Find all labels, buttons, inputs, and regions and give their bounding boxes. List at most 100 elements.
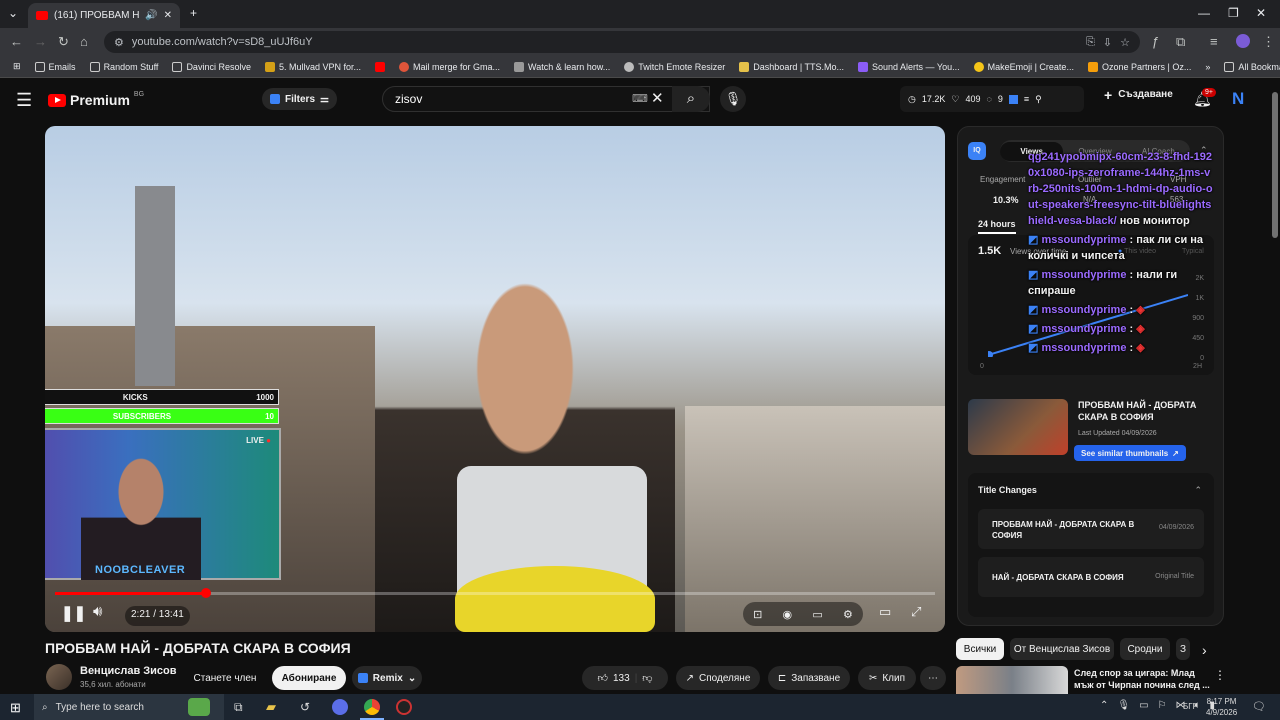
join-button[interactable]: Станете член [184, 666, 266, 690]
home-icon[interactable]: ⌂ [80, 34, 88, 49]
recommended-menu-icon[interactable]: ⋮ [1214, 668, 1226, 682]
page-scrollbar[interactable] [1272, 92, 1278, 238]
task-view-icon[interactable]: ⧉ [234, 700, 243, 715]
tray-chevron-icon[interactable]: ⌃ [1100, 700, 1108, 711]
share-button[interactable]: ↗ Споделяне [676, 666, 760, 690]
apps-icon[interactable]: ⊞ [8, 61, 26, 72]
thumbs-down-icon[interactable]: 👎︎ [642, 672, 652, 684]
chip-all[interactable]: Всички [956, 638, 1004, 660]
close-window-button[interactable]: ✕ [1256, 6, 1266, 20]
vidiq-player-icon[interactable]: ⊡ [753, 608, 762, 621]
watch-icon [514, 61, 525, 72]
list-icon[interactable]: ≡ [1024, 94, 1029, 104]
account-avatar[interactable]: N [1232, 89, 1244, 109]
reload-icon[interactable]: ↻ [58, 34, 69, 50]
back-icon[interactable]: ← [10, 34, 23, 49]
audio-icon[interactable]: 🔊 [145, 10, 157, 21]
theater-mode-icon[interactable]: ▭ [879, 604, 891, 620]
extension-icon[interactable]: ƒ [1152, 34, 1159, 49]
app-icon[interactable]: ↺ [300, 700, 310, 714]
recommended-title[interactable]: След спор за цигара: Млад мъж от Чирпан … [1074, 667, 1210, 691]
bookmark-item[interactable]: Ozone Partners | Oz... [1083, 61, 1196, 72]
bookmark-item[interactable]: Random Stuff [85, 61, 164, 72]
obs-icon[interactable] [396, 699, 412, 715]
search-button[interactable]: ⌕ [672, 86, 710, 112]
bookmark-item[interactable]: 5. Mullvad VPN for... [260, 61, 366, 72]
clip-button[interactable]: ✂ Клип [858, 666, 916, 690]
file-explorer-icon[interactable]: ▰ [266, 699, 276, 715]
extensions-puzzle-icon[interactable]: ⧉ [1176, 34, 1185, 50]
all-bookmarks[interactable]: All Bookmarks [1219, 61, 1280, 72]
autoplay-toggle-icon[interactable]: ◉ [783, 608, 793, 621]
period-selector[interactable]: 24 hours [978, 219, 1016, 234]
reading-list-icon[interactable]: ≡ [1210, 34, 1218, 49]
tab-search-icon[interactable]: ⌄ [8, 6, 18, 20]
engagement-value: 10.3% [993, 195, 1019, 205]
forward-icon[interactable]: → [34, 34, 47, 49]
recommended-thumbnail[interactable] [956, 666, 1068, 694]
clear-search-icon[interactable]: ✕ [651, 89, 664, 107]
bookmark-item[interactable]: Sound Alerts — You... [853, 61, 965, 72]
hamburger-menu-icon[interactable]: ☰ [16, 90, 32, 111]
site-info-icon[interactable]: ⚙ [114, 36, 124, 49]
tray-app-icon[interactable]: ▭ [1139, 700, 1148, 711]
remix-button[interactable]: Remix ⌄ [352, 666, 422, 690]
subscribe-button[interactable]: Абониране [272, 666, 346, 690]
minimize-button[interactable]: — [1198, 6, 1210, 20]
network-icon[interactable]: ⚐ [1158, 700, 1167, 711]
create-button[interactable]: + Създаване [1104, 88, 1173, 102]
clock[interactable]: 8:17 PM 4/9/2026 [1206, 696, 1237, 718]
thumbs-up-icon[interactable]: 👍︎ [598, 672, 608, 684]
translate-icon[interactable]: ⎘ [1086, 36, 1095, 49]
voice-search-button[interactable]: 🎙 [720, 86, 746, 112]
bookmark-item[interactable]: MakeEmoji | Create... [969, 61, 1079, 72]
bookmark-item[interactable]: Twitch Emote Resizer [619, 61, 730, 72]
browser-tab[interactable]: (161) ПРОБВАМ НАЙ - ДО 🔊 ✕ [28, 3, 180, 28]
youtube-icon [375, 61, 386, 72]
new-tab-button[interactable]: + [190, 6, 197, 20]
subtitles-icon[interactable]: ▭ [812, 608, 822, 621]
bookmark-item[interactable] [370, 61, 390, 72]
progress-bar[interactable] [55, 592, 935, 595]
profile-avatar[interactable] [1236, 34, 1250, 48]
url-omnibox[interactable]: ⚙ youtube.com/watch?v=sD8_uUJf6uY ⎘ ⇩ ☆ [104, 31, 1140, 53]
bookmark-item[interactable]: Dashboard | TTS.Mo... [734, 61, 849, 72]
save-button[interactable]: ⊏ Запазване [768, 666, 850, 690]
chips-next-icon[interactable]: › [1202, 642, 1207, 658]
settings-gear-icon[interactable]: ⚙ [843, 608, 853, 621]
more-actions-button[interactable]: ⋯ [920, 666, 946, 690]
bookmark-item[interactable]: Emails [30, 61, 81, 72]
chrome-icon[interactable] [364, 699, 380, 715]
channel-avatar[interactable] [46, 664, 72, 690]
restore-button[interactable]: ❐ [1228, 6, 1239, 20]
chip-partial[interactable]: З [1176, 638, 1190, 660]
chip-related[interactable]: Сродни [1120, 638, 1170, 660]
video-thumbnail[interactable] [968, 399, 1068, 455]
notifications-icon[interactable]: 🗨︎ [1252, 700, 1266, 713]
video-player[interactable]: 0 KICKS 1000 10 SUBSCRIBERS 10 LIVE ● NO… [45, 126, 945, 632]
vidiq-icon[interactable] [1008, 94, 1018, 104]
tab-close-icon[interactable]: ✕ [164, 10, 172, 21]
volume-icon[interactable]: 🔊︎ [93, 603, 102, 620]
channel-name[interactable]: Венцислав Зисов [80, 665, 177, 677]
bookmark-item[interactable]: Davinci Resolve [167, 61, 256, 72]
windows-start-icon[interactable]: ⊞ [10, 700, 21, 716]
bookmark-item[interactable]: Mail merge for Gma... [394, 61, 505, 72]
keyboard-icon[interactable]: ⌨ [632, 92, 648, 105]
language-indicator[interactable]: БГР [1183, 702, 1198, 711]
fullscreen-icon[interactable]: ⤢ [911, 604, 921, 620]
menu-icon[interactable]: ⋮ [1262, 34, 1275, 50]
filters-button[interactable]: Filters ⚌ [262, 88, 337, 110]
install-icon[interactable]: ⇩ [1103, 36, 1112, 49]
microphone-icon[interactable]: 🎙︎ [1117, 700, 1130, 711]
pause-button[interactable]: ❚❚ [61, 604, 86, 622]
tag-icon[interactable]: ⚲ [1035, 94, 1042, 105]
collapse-chevron-icon[interactable]: ⌃ [1194, 485, 1202, 496]
more-bookmarks-icon[interactable]: » [1200, 62, 1215, 72]
bookmark-star-icon[interactable]: ☆ [1120, 36, 1130, 49]
bookmark-item[interactable]: Watch & learn how... [509, 61, 615, 72]
similar-thumbnails-button[interactable]: See similar thumbnails ↗ [1074, 445, 1186, 461]
youtube-logo[interactable]: Premium BG [48, 91, 144, 108]
app-icon[interactable] [332, 699, 348, 715]
chip-from-channel[interactable]: От Венцислав Зисов [1010, 638, 1114, 660]
